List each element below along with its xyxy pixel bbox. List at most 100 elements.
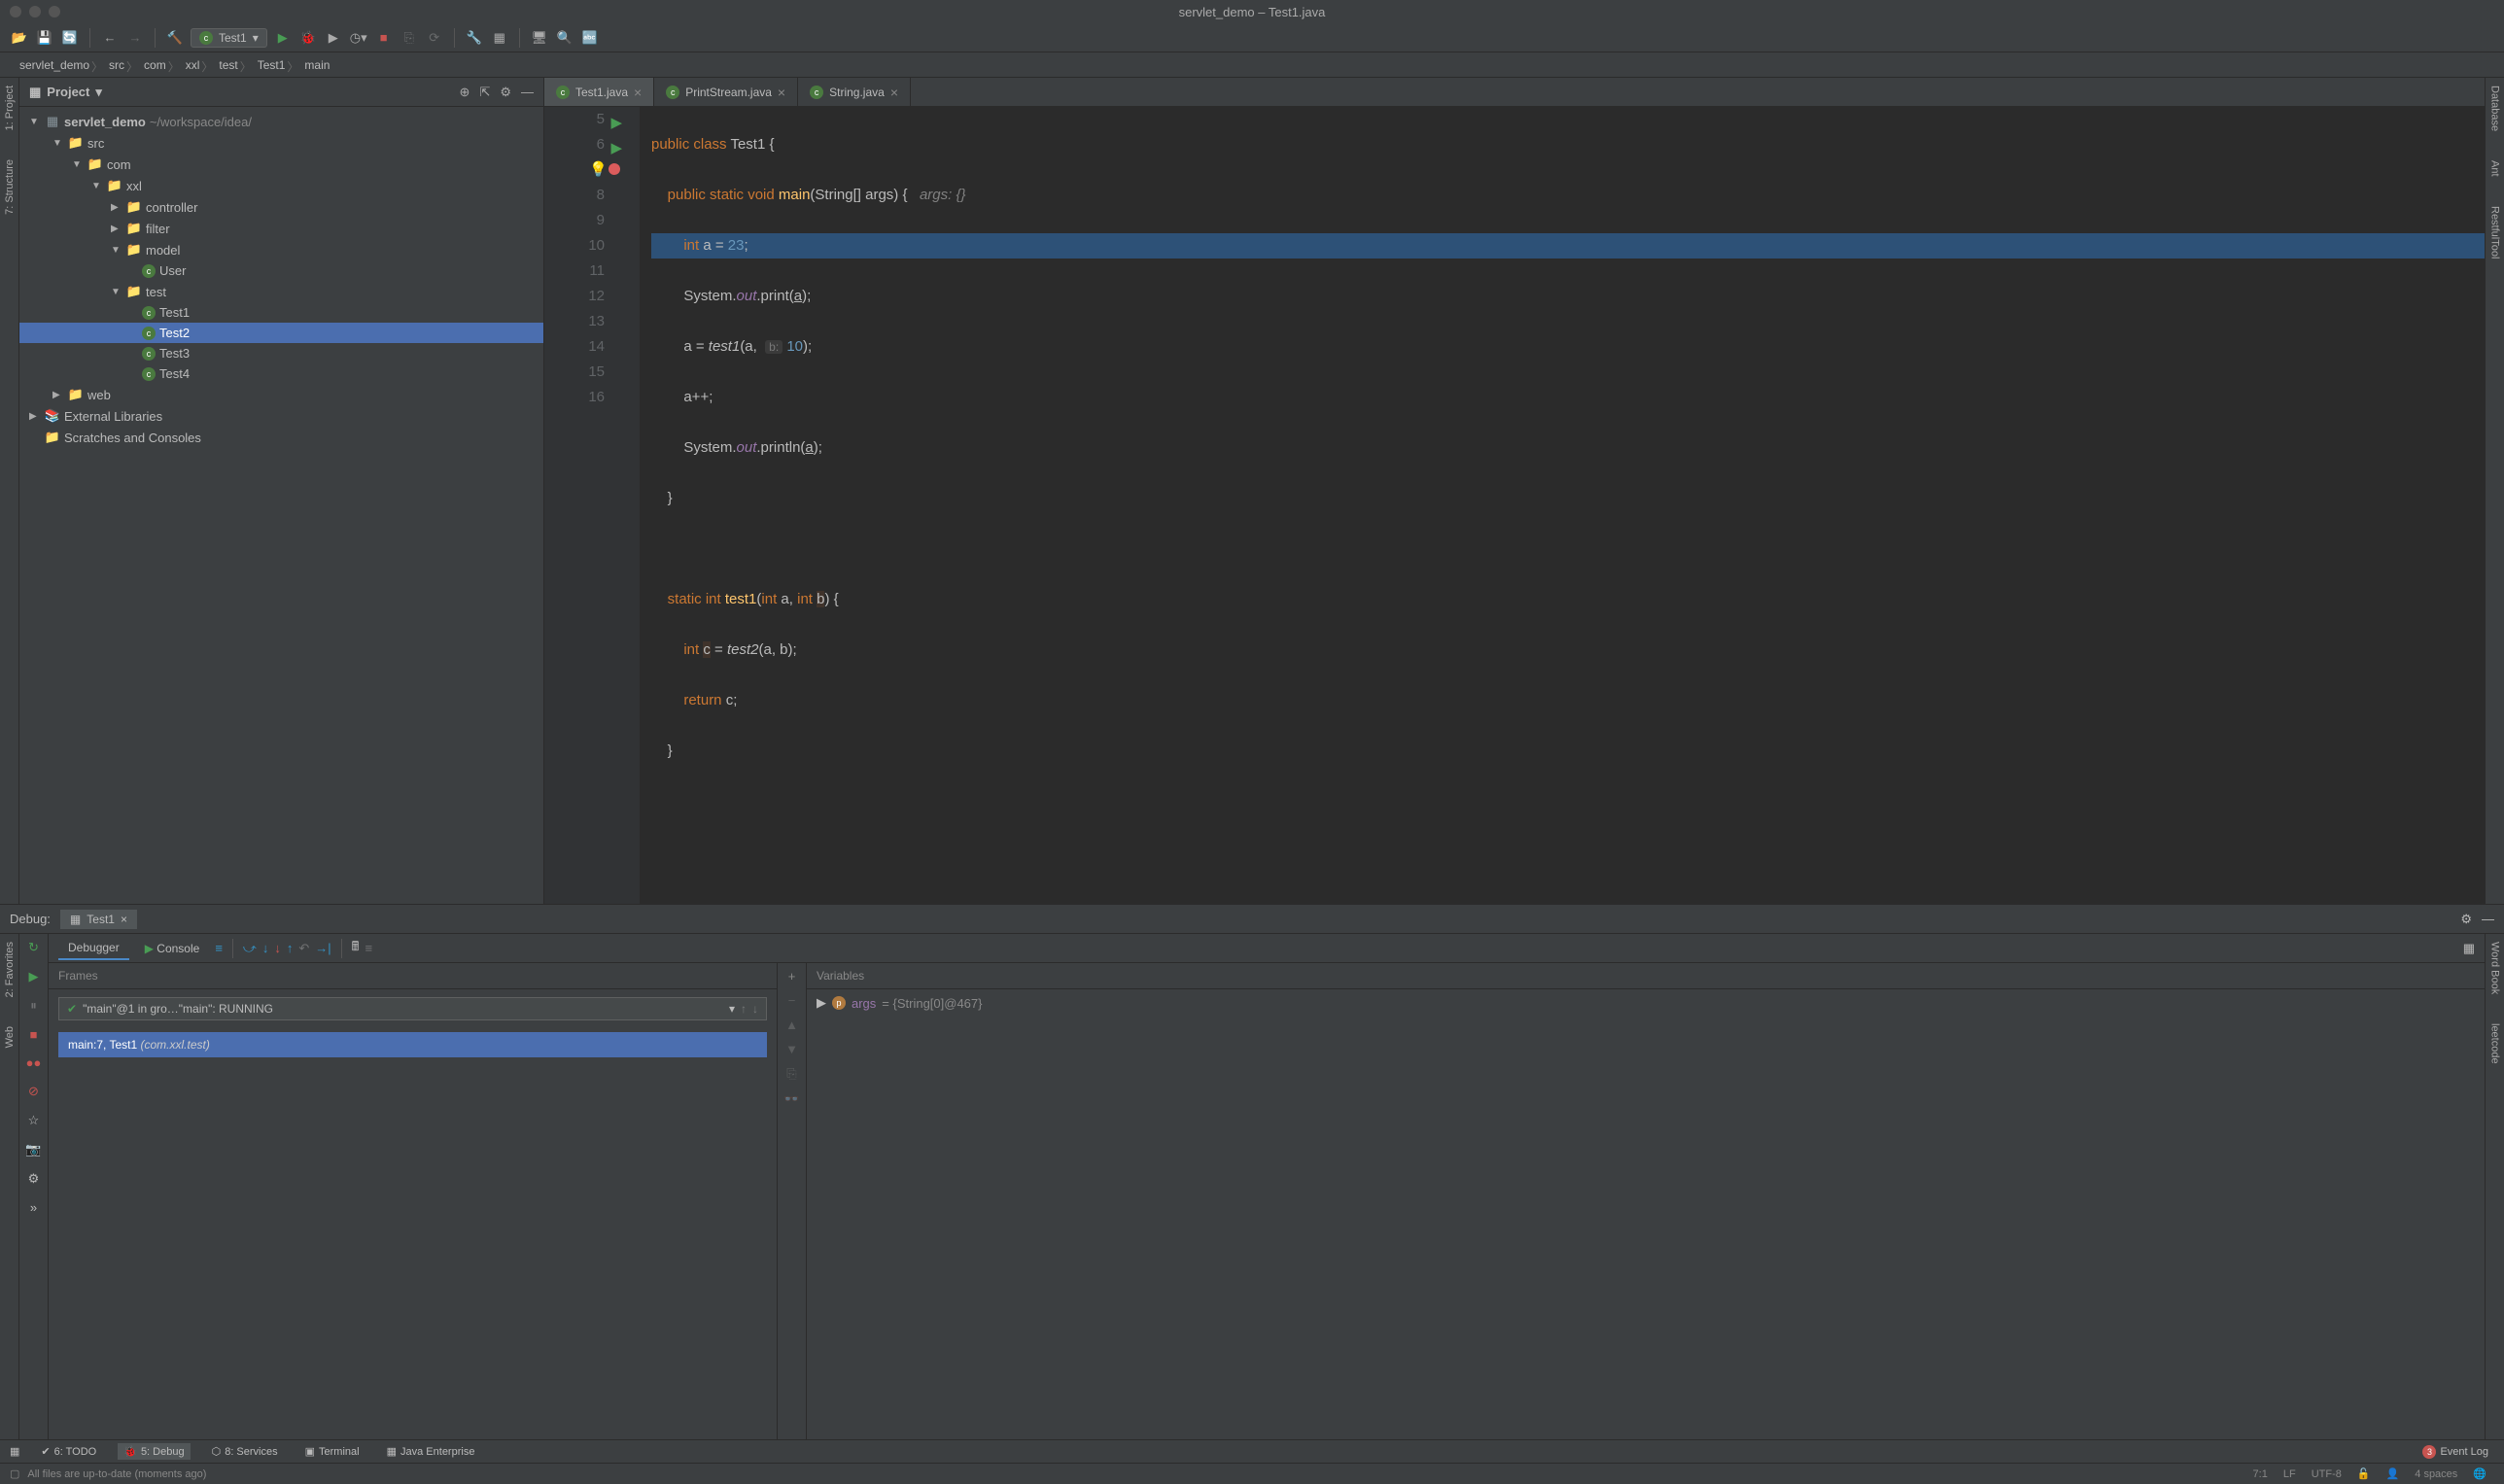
breadcrumb[interactable]: main [295,58,339,72]
status-icon[interactable]: ▢ [10,1467,19,1480]
breakpoint-icon[interactable] [609,163,620,175]
tree-class-selected[interactable]: c Test2 [19,323,543,343]
editor-content[interactable]: 5678 9101112 13141516 ▶ ▶ 💡 public class… [544,107,2485,904]
drop-frame-icon[interactable]: ↶ [298,941,309,956]
breadcrumb[interactable]: xxl [176,58,210,72]
variable-row[interactable]: ▶ p args = {String[0]@467} [807,989,2485,1017]
tree-folder[interactable]: ▼📁com [19,154,543,175]
structure-tool-button[interactable]: 7: Structure [4,159,16,215]
console-tab[interactable]: ▶ Console [135,938,210,959]
leetcode-tool-button[interactable]: leetcode [2489,1023,2501,1064]
back-icon[interactable]: ← [100,28,120,48]
tree-folder[interactable]: ▼📁test [19,281,543,302]
down-icon[interactable]: ↓ [752,1002,758,1016]
target-icon[interactable]: ⊕ [460,85,470,100]
debug-session-tab[interactable]: ▦ Test1 × [60,910,137,929]
encoding[interactable]: UTF-8 [2304,1468,2349,1480]
up-icon[interactable]: ↑ [741,1002,747,1016]
close-icon[interactable]: × [634,85,642,100]
hammer-icon[interactable]: 🔨 [165,28,185,48]
run-config-selector[interactable]: c Test1 ▾ [191,28,267,48]
tree-class[interactable]: c Test4 [19,363,543,384]
down-icon[interactable]: ▼ [785,1042,798,1056]
maximize-window[interactable] [49,6,60,17]
run-line-icon[interactable]: ▶ [610,111,622,136]
step-out-icon[interactable]: ↑ [287,941,294,955]
tree-folder[interactable]: ▼📁model [19,239,543,260]
step-into-icon[interactable]: ↓ [262,941,269,955]
chevron-down-icon[interactable]: ▾ [95,85,102,100]
camera-icon[interactable]: 📷 [25,1142,41,1157]
indent[interactable]: 4 spaces [2407,1468,2465,1480]
close-icon[interactable]: × [778,85,785,100]
stop-icon[interactable]: ■ [374,28,394,48]
forward-icon[interactable]: → [125,28,145,48]
close-window[interactable] [10,6,21,17]
editor-tab-active[interactable]: cTest1.java× [544,78,654,106]
update-icon[interactable]: ⟳ [425,28,444,48]
rerun-icon[interactable]: ↻ [28,940,39,955]
inspect-icon[interactable]: 👤 [2379,1467,2408,1480]
editor-tab[interactable]: cPrintStream.java× [654,78,798,106]
breadcrumb[interactable]: servlet_demo [10,58,99,72]
java-ee-tab[interactable]: ▦Java Enterprise [381,1443,481,1460]
stop-icon[interactable]: ■ [30,1027,38,1042]
todo-tab[interactable]: ✔6: TODO [35,1443,102,1460]
gear-icon[interactable]: ⚙ [2460,912,2472,927]
lock-icon[interactable]: 🔓 [2349,1467,2379,1480]
translate-icon[interactable]: 🔤 [580,28,600,48]
stack-frame[interactable]: main:7, Test1 (com.xxl.test) [58,1032,767,1057]
breakpoints-icon[interactable]: ●● [26,1055,42,1070]
trace-icon[interactable]: ≡ [365,941,372,955]
tree-folder[interactable]: ▶📁controller [19,196,543,218]
code-area[interactable]: public class Test1 { public static void … [640,107,2485,904]
restful-tool-button[interactable]: RestfulTool [2489,206,2501,259]
tree-folder[interactable]: ▶📁web [19,384,543,405]
web-tool-button[interactable]: Web [4,1026,16,1048]
tool-window-icon[interactable]: ▦ [10,1445,19,1458]
refresh-icon[interactable]: 🔄 [60,28,80,48]
tree-folder[interactable]: ▼📁src [19,132,543,154]
mute-breakpoints-icon[interactable]: ⊘ [28,1084,39,1099]
debugger-tab[interactable]: Debugger [58,937,129,960]
tree-folder[interactable]: ▶📁filter [19,218,543,239]
tree-libraries[interactable]: ▶📚External Libraries [19,405,543,427]
up-icon[interactable]: ▲ [785,1018,798,1032]
run-icon[interactable]: ▶ [273,28,293,48]
copy-icon[interactable]: ⎘ [786,1066,796,1082]
coverage-icon[interactable]: ▶ [324,28,343,48]
wordbook-tool-button[interactable]: Word Book [2489,942,2501,994]
gear-icon[interactable]: ⚙ [500,85,511,100]
project-tree[interactable]: ▼▦servlet_demo ~/workspace/idea/ ▼📁src ▼… [19,107,543,904]
remove-watch-icon[interactable]: − [788,993,796,1008]
collapse-icon[interactable]: ⇱ [479,85,490,100]
evaluate-icon[interactable]: 🖩 [352,938,360,959]
device-icon[interactable]: 🖥 [530,28,549,48]
tree-class[interactable]: c Test1 [19,302,543,323]
layout-icon[interactable]: ▦ [2463,941,2475,956]
threads-icon[interactable]: ≡ [215,941,223,955]
debug-tab[interactable]: 🐞5: Debug [118,1443,190,1460]
star-icon[interactable]: ☆ [28,1113,40,1128]
pause-icon[interactable]: ⏸ [30,998,37,1014]
wrench-icon[interactable]: 🔧 [465,28,484,48]
glasses-icon[interactable]: 👓 [783,1091,799,1107]
hide-icon[interactable]: — [2482,912,2494,926]
database-tool-button[interactable]: Database [2489,86,2501,131]
open-icon[interactable]: 📂 [10,28,29,48]
resume-icon[interactable]: ▶ [29,969,39,984]
minimize-window[interactable] [29,6,41,17]
save-icon[interactable]: 💾 [35,28,54,48]
search-icon[interactable]: 🔍 [555,28,574,48]
fold-column[interactable] [622,107,640,904]
close-icon[interactable]: × [121,913,127,926]
thread-selector[interactable]: ✔ "main"@1 in gro…"main": RUNNING ▾ ↑ ↓ [58,997,767,1020]
event-log-tab[interactable]: 3Event Log [2417,1443,2494,1461]
services-tab[interactable]: ⬡8: Services [206,1443,284,1460]
run-line-icon[interactable]: ▶ [610,136,622,161]
project-tool-button[interactable]: 1: Project [4,86,16,130]
breadcrumb[interactable]: Test1 [248,58,296,72]
breadcrumb[interactable]: com [134,58,176,72]
line-gutter[interactable]: 5678 9101112 13141516 ▶ ▶ 💡 [544,107,622,904]
force-step-into-icon[interactable]: ↓ [274,941,281,955]
